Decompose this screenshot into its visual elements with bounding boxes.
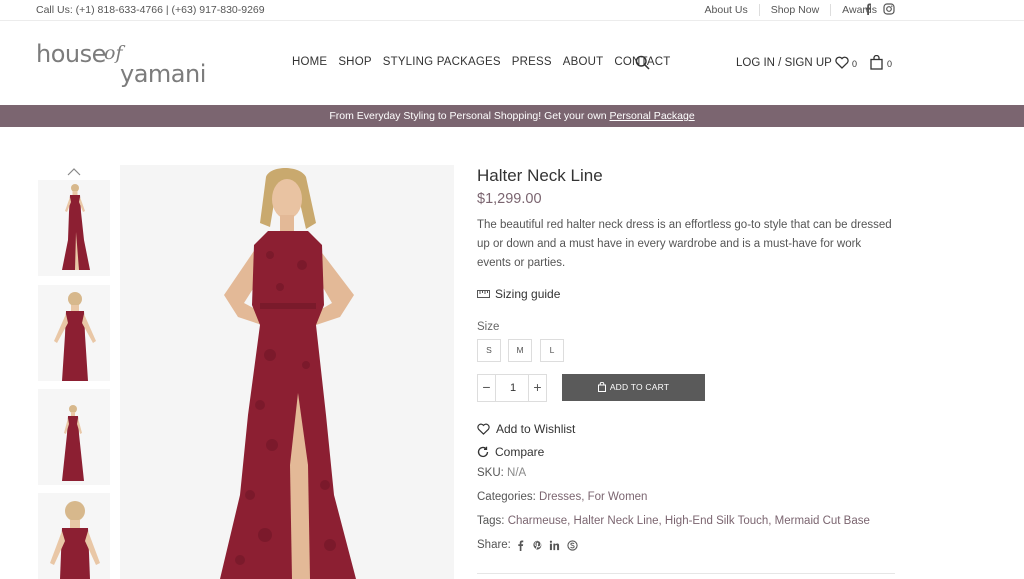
heart-icon: [477, 423, 490, 435]
product-title: Halter Neck Line: [477, 166, 603, 185]
size-option-l[interactable]: L: [540, 339, 564, 362]
main-nav: HOME SHOP STYLING PACKAGES PRESS ABOUT C…: [292, 56, 682, 68]
facebook-icon[interactable]: [515, 540, 526, 551]
thumbnail-1[interactable]: [38, 180, 110, 276]
dress-thumbnail-image: [54, 292, 96, 381]
product-description: The beautiful red halter neck dress is a…: [477, 219, 892, 269]
shopping-bag-icon[interactable]: [870, 55, 883, 70]
top-link-shop-now[interactable]: Shop Now: [758, 4, 830, 16]
tags-label: Tags:: [477, 515, 505, 527]
sizing-guide-link[interactable]: Sizing guide: [477, 287, 560, 301]
promo-text: From Everyday Styling to Personal Shoppi…: [329, 110, 610, 122]
chevron-up-icon[interactable]: [67, 167, 81, 176]
tags-links[interactable]: Charmeuse, Halter Neck Line, High-End Si…: [508, 515, 870, 527]
top-links: About Us Shop Now Awards: [694, 4, 888, 16]
main-product-image[interactable]: [120, 165, 454, 579]
nav-shop[interactable]: SHOP: [338, 56, 371, 68]
instagram-icon[interactable]: [883, 3, 895, 15]
thumbnail-2[interactable]: [38, 285, 110, 381]
top-link-about-us[interactable]: About Us: [694, 4, 759, 16]
size-label: Size: [477, 321, 500, 333]
add-to-wishlist-link[interactable]: Add to Wishlist: [477, 422, 575, 436]
personal-package-link[interactable]: Personal Package: [609, 110, 694, 122]
heart-icon[interactable]: [835, 56, 849, 69]
sku-label: SKU:: [477, 467, 504, 479]
thumbnail-4[interactable]: [38, 493, 110, 579]
tags-row: Tags: Charmeuse, Halter Neck Line, High-…: [477, 515, 870, 527]
compare-label: Compare: [495, 445, 545, 459]
refresh-icon: [477, 446, 489, 458]
add-to-cart-label: ADD TO CART: [609, 382, 670, 392]
sku-value: N/A: [507, 467, 527, 479]
quantity-decrease-button[interactable]: −: [478, 375, 496, 401]
nav-press[interactable]: PRESS: [512, 56, 552, 68]
add-to-wishlist-label: Add to Wishlist: [496, 422, 576, 436]
pinterest-icon[interactable]: [532, 540, 543, 551]
nav-styling-packages[interactable]: STYLING PACKAGES: [383, 56, 501, 68]
promo-banner: From Everyday Styling to Personal Shoppi…: [0, 105, 1024, 127]
add-to-cart-button[interactable]: ADD TO CART: [562, 374, 705, 401]
categories-label: Categories:: [477, 491, 536, 503]
divider: [477, 573, 895, 574]
logo-word-house: house: [36, 40, 106, 68]
logo-word-yamani: yamani: [120, 60, 206, 88]
thumbnail-3[interactable]: [38, 389, 110, 485]
dress-thumbnail-image: [62, 405, 84, 481]
compare-link[interactable]: Compare: [477, 445, 544, 459]
nav-about[interactable]: ABOUT: [563, 56, 604, 68]
bag-icon: [597, 381, 606, 392]
categories-row: Categories: Dresses, For Women: [477, 491, 647, 503]
nav-home[interactable]: HOME: [292, 56, 327, 68]
sizing-guide-label: Sizing guide: [495, 287, 561, 301]
product-price: $1,299.00: [477, 191, 542, 207]
size-option-m[interactable]: M: [508, 339, 532, 362]
cart-count: 0: [887, 59, 893, 69]
size-option-s[interactable]: S: [477, 339, 501, 362]
search-icon[interactable]: [635, 55, 650, 70]
model-in-red-dress-image: [220, 168, 356, 579]
sku-row: SKU: N/A: [477, 467, 526, 479]
skype-icon[interactable]: [567, 540, 578, 551]
facebook-icon[interactable]: [862, 3, 874, 15]
site-logo[interactable]: house of yamani: [36, 40, 216, 88]
dress-thumbnail-image: [50, 501, 100, 579]
ruler-icon: [477, 290, 490, 298]
linkedin-icon[interactable]: [549, 540, 560, 551]
top-bar: Call Us: (+1) 818-633-4766 | (+63) 917-8…: [0, 0, 1024, 21]
quantity-increase-button[interactable]: +: [528, 375, 546, 401]
top-link-awards[interactable]: Awards: [830, 4, 888, 16]
quantity-input[interactable]: 1: [497, 375, 529, 401]
categories-links[interactable]: Dresses, For Women: [539, 491, 647, 503]
wishlist-count: 0: [852, 59, 858, 69]
quantity-stepper: − 1 +: [477, 374, 547, 402]
login-signup-link[interactable]: LOG IN / SIGN UP: [736, 57, 832, 69]
contact-phones: Call Us: (+1) 818-633-4766 | (+63) 917-8…: [36, 4, 265, 16]
dress-thumbnail-image: [62, 184, 90, 270]
share-label: Share:: [477, 539, 511, 551]
